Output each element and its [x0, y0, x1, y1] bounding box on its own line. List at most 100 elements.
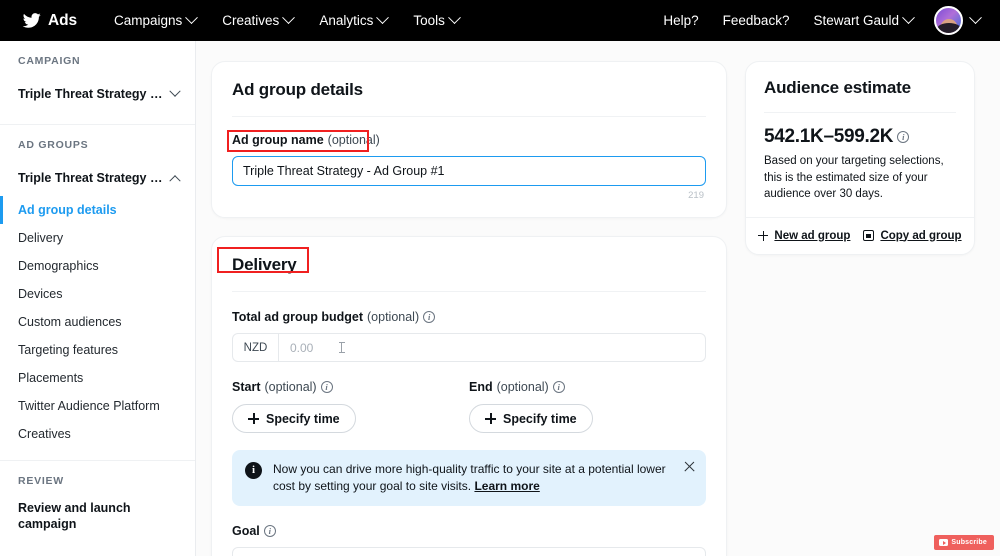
- help-link[interactable]: Help?: [652, 6, 709, 35]
- nav-item-tools[interactable]: Tools: [402, 6, 470, 35]
- ad-group-name-input[interactable]: [232, 156, 706, 186]
- sidebar-item-ad-group-details[interactable]: Ad group details: [0, 196, 195, 224]
- sidebar-adgroup-nav-list: Ad group details Delivery Demographics D…: [0, 196, 195, 448]
- sidebar-item-demographics[interactable]: Demographics: [0, 252, 195, 280]
- sidebar-campaign-heading: CAMPAIGN: [18, 55, 81, 67]
- total-ad-group-budget-label-text: Total ad group budget: [232, 310, 363, 324]
- audience-estimate-actions: New ad group Copy ad group: [746, 216, 974, 254]
- sidebar-item-devices[interactable]: Devices: [0, 280, 195, 308]
- sidebar: CAMPAIGN Triple Threat Strategy - Cam...…: [0, 41, 196, 556]
- brand-logo[interactable]: Ads: [14, 11, 77, 30]
- budget-placeholder-text: 0.00: [290, 340, 314, 355]
- nav-item-analytics[interactable]: Analytics: [308, 6, 398, 35]
- help-label: Help?: [663, 13, 699, 28]
- copy-ad-group-button[interactable]: Copy ad group: [863, 229, 962, 242]
- goal-label-text: Goal: [232, 524, 260, 538]
- chevron-up-icon: [169, 175, 181, 187]
- feedback-link[interactable]: Feedback?: [712, 6, 801, 35]
- start-label-text: Start: [232, 380, 261, 394]
- sidebar-review-section: REVIEW Review and launch campaign: [0, 460, 195, 544]
- nav-item-creatives-label: Creatives: [222, 13, 280, 28]
- secondary-nav-items: Help? Feedback? Stewart Gauld: [652, 6, 986, 35]
- ad-group-name-optional-text: (optional): [327, 133, 380, 147]
- main-right-column: Audience estimate 542.1K–599.2K i Based …: [745, 61, 975, 273]
- banner-text-wrap: Now you can drive more high-quality traf…: [273, 461, 694, 495]
- ad-group-name-label-text: Ad group name: [232, 133, 324, 147]
- nav-item-analytics-label: Analytics: [319, 13, 374, 28]
- account-name-label: Stewart Gauld: [813, 13, 899, 28]
- sidebar-item-twitter-audience-platform[interactable]: Twitter Audience Platform: [0, 392, 195, 420]
- sidebar-adgroups-section: AD GROUPS Triple Threat Strategy - Ad G.…: [0, 124, 195, 460]
- avatar-menu[interactable]: [926, 6, 982, 35]
- page-body: CAMPAIGN Triple Threat Strategy - Cam...…: [0, 41, 1000, 556]
- sidebar-campaign-selector[interactable]: Triple Threat Strategy - Cam...: [0, 80, 195, 108]
- sidebar-adgroup-selector[interactable]: Triple Threat Strategy - Ad G...: [0, 164, 195, 192]
- nav-item-tools-label: Tools: [413, 13, 445, 28]
- sidebar-item-targeting-features[interactable]: Targeting features: [0, 336, 195, 364]
- end-specify-time-button[interactable]: Specify time: [469, 404, 593, 433]
- sidebar-item-review-and-launch-campaign[interactable]: Review and launch campaign: [0, 500, 195, 532]
- nav-item-campaigns-label: Campaigns: [113, 13, 183, 28]
- audience-estimate-range: 542.1K–599.2K i: [764, 126, 910, 148]
- twitter-bird-icon: [22, 13, 41, 28]
- sidebar-item-creatives[interactable]: Creatives: [0, 420, 195, 448]
- info-icon[interactable]: i: [320, 381, 333, 393]
- main-left-column: Ad group details Ad group name (optional…: [211, 61, 727, 556]
- end-specify-time-label: Specify time: [503, 411, 577, 426]
- close-icon[interactable]: [683, 460, 696, 473]
- new-ad-group-label: New ad group: [774, 229, 851, 242]
- end-field: End (optional) i Specify time: [469, 378, 706, 433]
- delivery-card: Delivery Total ad group budget (optional…: [211, 236, 727, 556]
- chevron-down-icon: [969, 11, 982, 25]
- chevron-down-icon: [447, 11, 461, 25]
- chevron-down-icon: [376, 11, 390, 25]
- sidebar-item-custom-audiences[interactable]: Custom audiences: [0, 308, 195, 336]
- total-ad-group-budget-label: Total ad group budget (optional) i: [232, 310, 436, 324]
- brand-label: Ads: [48, 11, 77, 29]
- currency-label: NZD: [233, 334, 279, 361]
- sidebar-campaign-section: CAMPAIGN Triple Threat Strategy - Cam...: [0, 41, 195, 124]
- divider: [232, 116, 706, 117]
- end-label-text: End: [469, 380, 493, 394]
- ad-group-name-label: Ad group name (optional): [232, 133, 380, 147]
- nav-item-campaigns[interactable]: Campaigns: [103, 6, 207, 35]
- start-specify-time-button[interactable]: Specify time: [232, 404, 356, 433]
- sidebar-item-delivery[interactable]: Delivery: [0, 224, 195, 252]
- youtube-subscribe-label: Subscribe: [951, 539, 987, 546]
- audience-estimate-description: Based on your targeting selections, this…: [764, 155, 944, 200]
- character-counter: 219: [688, 190, 704, 201]
- info-icon[interactable]: i: [423, 311, 436, 323]
- new-ad-group-button[interactable]: New ad group: [758, 230, 850, 242]
- chevron-down-icon: [169, 85, 181, 97]
- nav-item-creatives[interactable]: Creatives: [211, 6, 304, 35]
- youtube-subscribe-overlay[interactable]: Subscribe: [934, 535, 994, 550]
- divider: [232, 291, 706, 292]
- sidebar-item-placements[interactable]: Placements: [0, 364, 195, 392]
- info-icon[interactable]: i: [897, 131, 910, 143]
- learn-more-link[interactable]: Learn more: [474, 479, 539, 493]
- end-optional-text: (optional): [496, 380, 549, 394]
- banner-message: Now you can drive more high-quality traf…: [273, 462, 666, 493]
- chevron-down-icon: [185, 11, 199, 25]
- sidebar-adgroup-name: Triple Threat Strategy - Ad G...: [18, 171, 166, 185]
- budget-input-group[interactable]: NZD 0.00: [232, 333, 706, 362]
- audience-estimate-card: Audience estimate 542.1K–599.2K i Based …: [745, 61, 975, 255]
- start-specify-time-label: Specify time: [266, 411, 340, 426]
- sidebar-adgroups-heading: AD GROUPS: [18, 139, 89, 151]
- copy-ad-group-label: Copy ad group: [880, 229, 962, 242]
- info-icon[interactable]: i: [552, 381, 565, 393]
- plus-icon: [758, 230, 769, 241]
- sidebar-campaign-name: Triple Threat Strategy - Cam...: [18, 87, 166, 101]
- ad-group-details-card: Ad group details Ad group name (optional…: [211, 61, 727, 218]
- avatar[interactable]: [934, 6, 963, 35]
- account-menu[interactable]: Stewart Gauld: [802, 6, 924, 35]
- chevron-down-icon: [282, 11, 296, 25]
- total-ad-group-budget-optional-text: (optional): [367, 310, 420, 324]
- start-field: Start (optional) i Specify time: [232, 378, 469, 433]
- text-cursor-icon: [338, 342, 345, 353]
- budget-input[interactable]: 0.00: [279, 334, 705, 361]
- info-icon[interactable]: i: [263, 525, 276, 537]
- divider: [764, 112, 956, 113]
- site-visits-info-banner: i Now you can drive more high-quality tr…: [232, 450, 706, 506]
- goal-select[interactable]: Site visits (recommended): [232, 547, 706, 556]
